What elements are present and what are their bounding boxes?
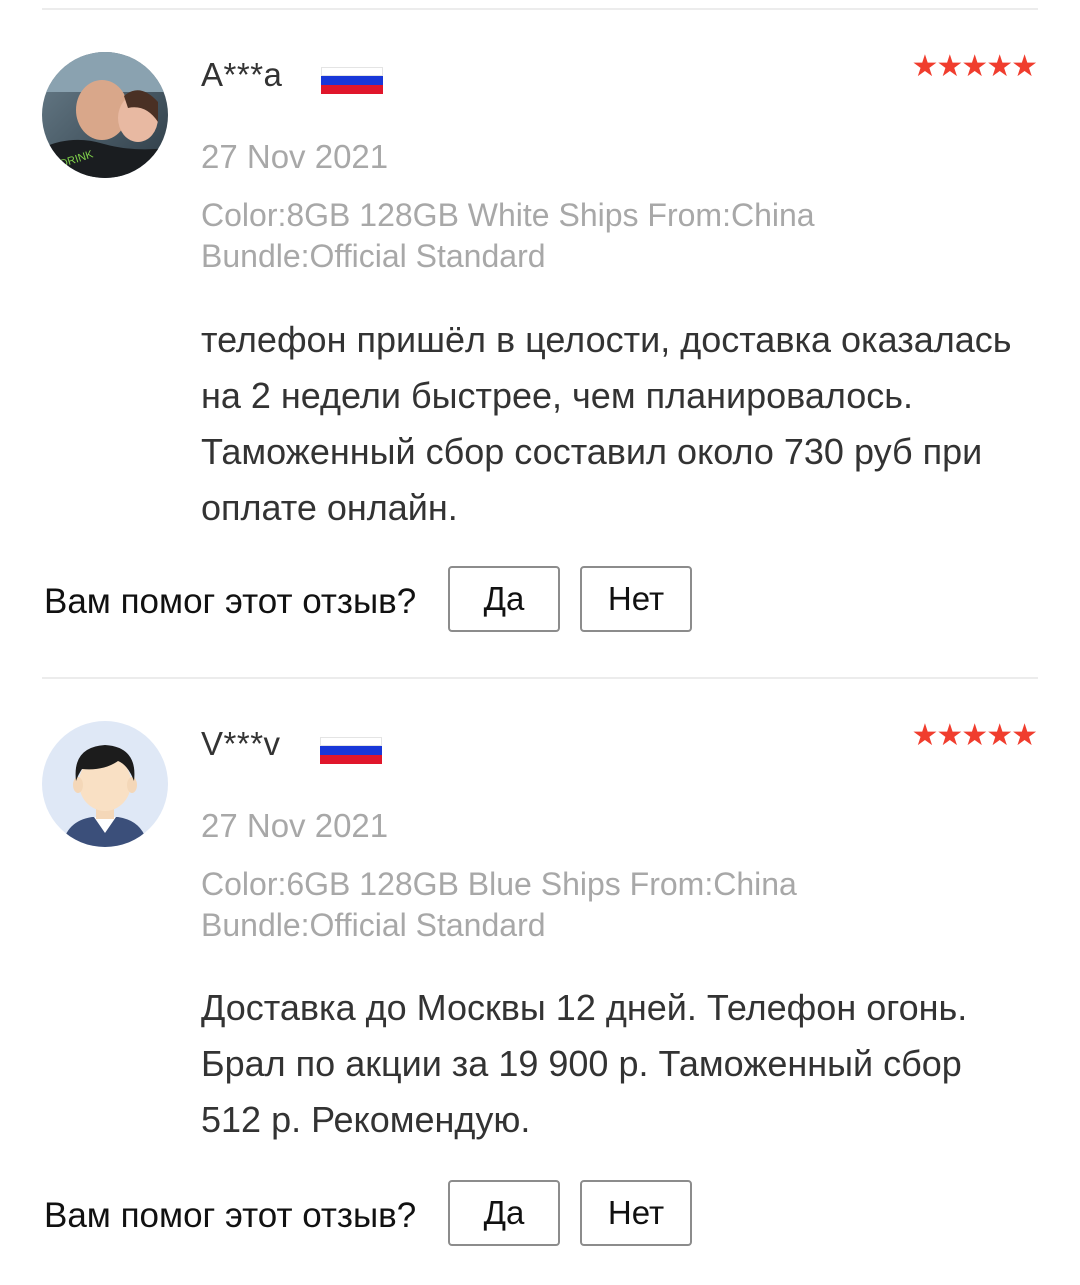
russia-flag-icon xyxy=(320,737,382,764)
top-divider xyxy=(42,8,1038,10)
user-avatar-photo: DRINK xyxy=(42,52,168,178)
helpful-question: Вам помог этот отзыв? xyxy=(44,1196,417,1235)
sku-info: Color:6GB 128GB Blue Ships From:China Bu… xyxy=(201,864,1001,946)
helpful-yes-button[interactable]: Да xyxy=(448,566,560,632)
rating-stars: ★★★★★ xyxy=(911,50,1038,83)
review-text: Доставка до Москвы 12 дней. Телефон огон… xyxy=(201,987,968,1140)
reviewer-name: A***a xyxy=(201,56,283,93)
user-avatar-default xyxy=(42,721,168,847)
sku-line-color: Color:8GB 128GB White Ships From:China xyxy=(201,197,815,233)
helpful-no-button[interactable]: Нет xyxy=(580,566,692,632)
sku-info: Color:8GB 128GB White Ships From:China B… xyxy=(201,195,1001,277)
review-divider xyxy=(42,677,1038,679)
reviewer-name: V***v xyxy=(201,725,281,762)
review-date: 27 Nov 2021 xyxy=(201,138,389,175)
review-date: 27 Nov 2021 xyxy=(201,807,389,844)
rating-stars: ★★★★★ xyxy=(911,719,1038,752)
sku-line-bundle: Bundle:Official Standard xyxy=(201,238,546,274)
helpful-no-button[interactable]: Нет xyxy=(580,1180,692,1246)
helpful-yes-button[interactable]: Да xyxy=(448,1180,560,1246)
sku-line-bundle: Bundle:Official Standard xyxy=(201,907,546,943)
review-text: телефон пришёл в целости, доставка оказа… xyxy=(201,319,1012,528)
helpful-question: Вам помог этот отзыв? xyxy=(44,582,417,621)
sku-line-color: Color:6GB 128GB Blue Ships From:China xyxy=(201,866,797,902)
russia-flag-icon xyxy=(321,67,383,94)
